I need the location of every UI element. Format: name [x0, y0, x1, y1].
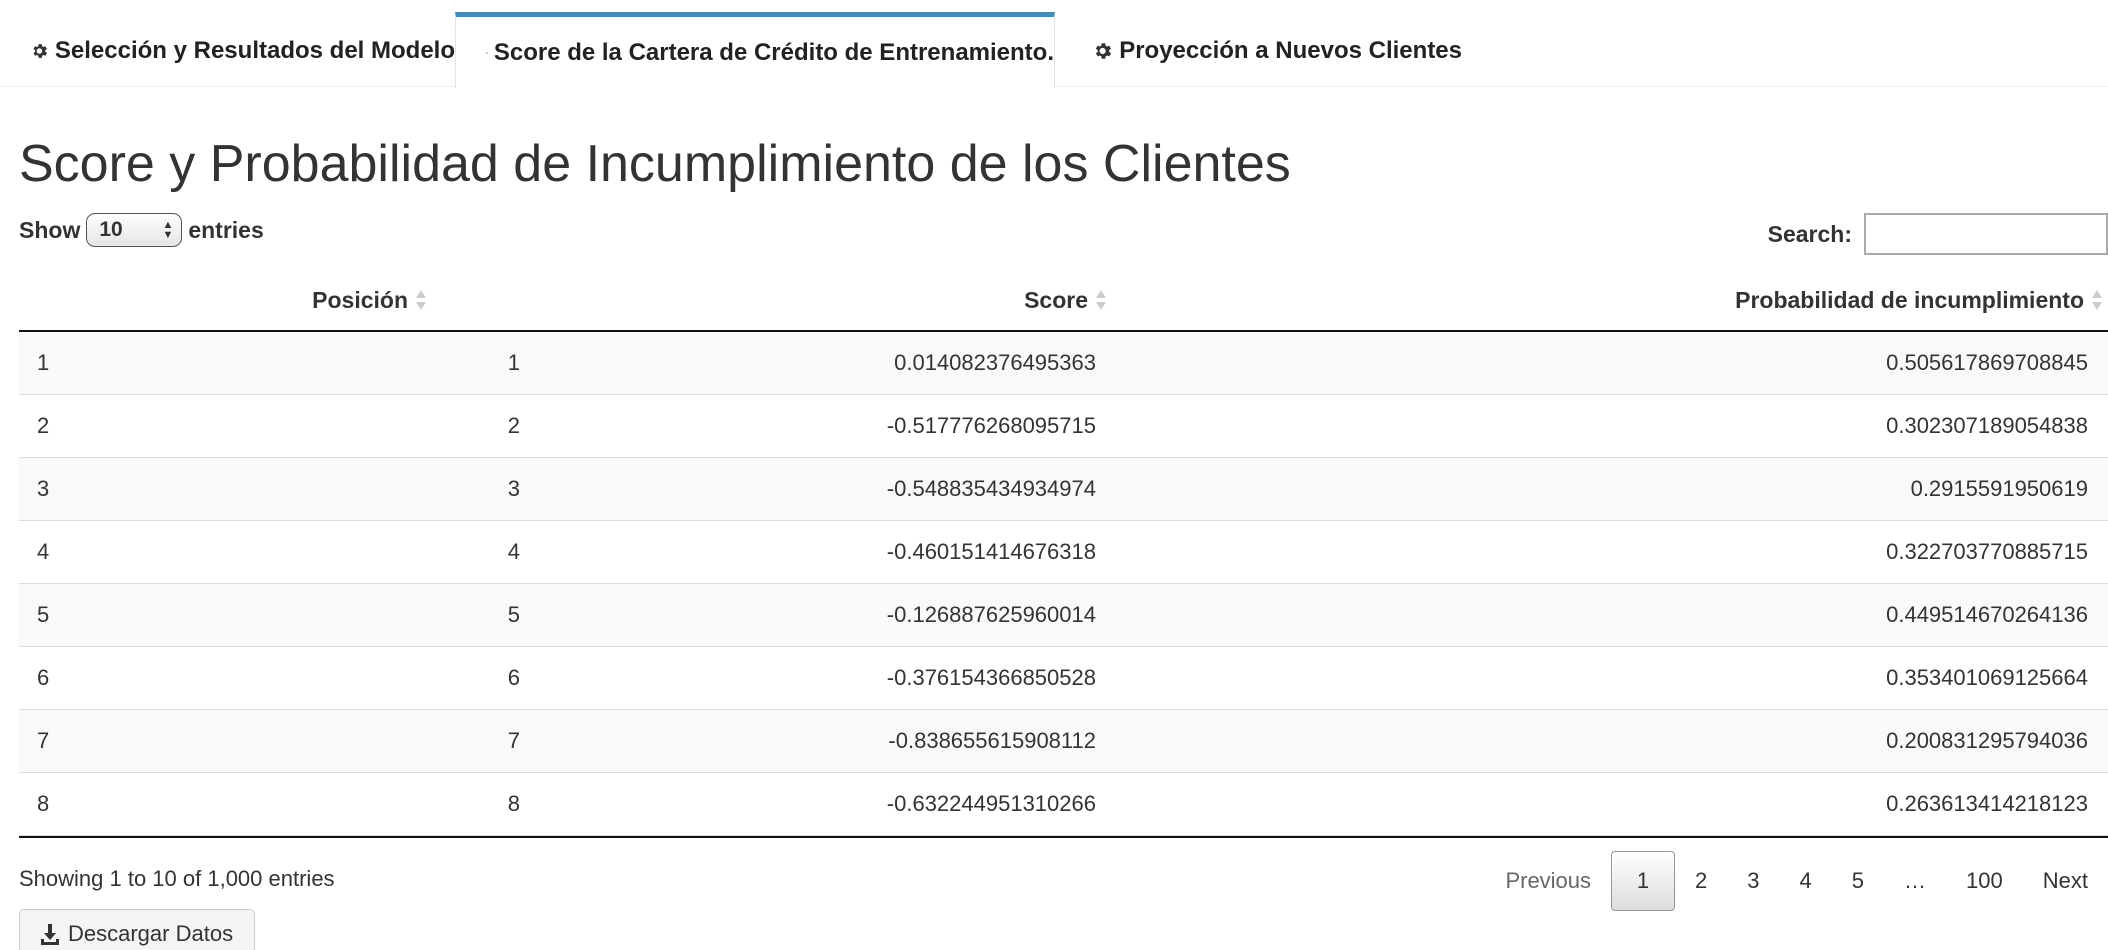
- sort-icon: [416, 290, 426, 310]
- column-header-label: Posición: [312, 286, 408, 313]
- tab-label: Score de la Cartera de Crédito de Entren…: [493, 38, 1054, 66]
- table-row: 3 3 -0.548835434934974 0.2915591950619: [19, 458, 2108, 521]
- tab-bar: Selección y Resultados del Modelo Score …: [0, 0, 2108, 88]
- table-info: Showing 1 to 10 of 1,000 entries: [19, 866, 335, 891]
- row-index: 8: [37, 791, 50, 816]
- pagination-ellipsis: …: [1904, 868, 1927, 893]
- row-index: 6: [37, 665, 50, 690]
- cell-score: -0.548835434934974: [886, 476, 1096, 501]
- cell-probabilidad: 0.200831295794036: [1886, 728, 2088, 753]
- table-row: 6 6 -0.376154366850528 0.353401069125664: [19, 647, 2108, 710]
- cell-probabilidad: 0.302307189054838: [1886, 413, 2088, 438]
- table-header: Posición Score Probabilidad de incumplim…: [19, 270, 2108, 332]
- cell-posicion: 3: [507, 476, 520, 501]
- table-row: 8 8 -0.632244951310266 0.263613414218123: [19, 773, 2108, 836]
- table-row: 4 4 -0.460151414676318 0.322703770885715: [19, 521, 2108, 584]
- cell-posicion: 8: [507, 791, 520, 816]
- tab-score-cartera[interactable]: Score de la Cartera de Crédito de Entren…: [455, 12, 1055, 88]
- data-table: Posición Score Probabilidad de incumplim…: [19, 270, 2108, 838]
- download-data-button[interactable]: Descargar Datos: [19, 909, 255, 950]
- table-row: 2 2 -0.517776268095715 0.302307189054838: [19, 395, 2108, 458]
- gear-icon: [1095, 42, 1112, 59]
- next-button[interactable]: Next: [2023, 851, 2108, 911]
- row-index: 4: [37, 539, 50, 564]
- cell-posicion: 6: [507, 665, 520, 690]
- entries-select-value: 10: [99, 218, 123, 241]
- row-index: 7: [37, 728, 50, 753]
- search-label: Search:: [1767, 220, 1852, 247]
- table-bottom-border: [19, 836, 2108, 838]
- sort-icon: [1096, 290, 1106, 310]
- table-row: 7 7 -0.838655615908112 0.200831295794036: [19, 710, 2108, 773]
- cell-posicion: 1: [507, 350, 520, 375]
- select-arrows-icon: ▲ ▼: [162, 219, 174, 241]
- row-index: 5: [37, 602, 50, 627]
- cell-probabilidad: 0.353401069125664: [1886, 665, 2088, 690]
- table-row: 1 1 0.014082376495363 0.505617869708845: [19, 332, 2108, 395]
- download-label: Descargar Datos: [68, 921, 234, 946]
- column-header-label: Probabilidad de incumplimiento: [1735, 286, 2084, 313]
- cell-probabilidad: 0.2915591950619: [1910, 476, 2088, 501]
- show-label: Show: [19, 216, 81, 243]
- cell-score: -0.126887625960014: [886, 602, 1096, 627]
- tab-label: Selección y Resultados del Modelo: [54, 36, 455, 64]
- cell-posicion: 7: [507, 728, 520, 753]
- row-index: 1: [37, 350, 50, 375]
- cell-score: -0.838655615908112: [888, 728, 1096, 753]
- tab-label: Proyección a Nuevos Clientes: [1119, 36, 1462, 64]
- cell-probabilidad: 0.322703770885715: [1886, 539, 2088, 564]
- cell-score: -0.632244951310266: [886, 791, 1096, 816]
- download-icon: [41, 924, 59, 945]
- tab-seleccion-resultados[interactable]: Selección y Resultados del Modelo: [0, 13, 455, 88]
- pagination: Previous 1 2 3 4 5 … 100 Next: [1485, 850, 2108, 912]
- cell-probabilidad: 0.505617869708845: [1886, 350, 2088, 375]
- page-button-1[interactable]: 1: [1611, 851, 1676, 911]
- previous-button[interactable]: Previous: [1485, 851, 1611, 911]
- column-header-posicion[interactable]: Posición: [312, 270, 428, 330]
- tab-proyeccion-nuevos-clientes[interactable]: Proyección a Nuevos Clientes: [1062, 13, 1462, 88]
- gear-icon: [33, 43, 48, 58]
- cell-posicion: 2: [507, 413, 520, 438]
- cell-posicion: 4: [507, 539, 520, 564]
- page-button-5[interactable]: 5: [1832, 851, 1884, 911]
- row-index: 3: [37, 476, 50, 501]
- column-header-probabilidad[interactable]: Probabilidad de incumplimiento: [1735, 270, 2104, 330]
- length-control: Show 10 ▲ ▼ entries: [19, 212, 264, 248]
- cell-score: -0.376154366850528: [886, 665, 1096, 690]
- gear-icon: [486, 51, 488, 54]
- cell-score: -0.460151414676318: [886, 539, 1096, 564]
- cell-probabilidad: 0.449514670264136: [1886, 602, 2088, 627]
- row-index: 2: [37, 413, 50, 438]
- cell-posicion: 5: [507, 602, 520, 627]
- page-button-100[interactable]: 100: [1946, 851, 2023, 911]
- table-row: 5 5 -0.126887625960014 0.449514670264136: [19, 584, 2108, 647]
- page-button-3[interactable]: 3: [1727, 851, 1779, 911]
- cell-probabilidad: 0.263613414218123: [1886, 791, 2088, 816]
- search-control: Search:: [1768, 212, 2108, 256]
- sort-icon: [2092, 290, 2102, 310]
- page-button-4[interactable]: 4: [1780, 851, 1832, 911]
- entries-label: entries: [188, 216, 264, 243]
- entries-select[interactable]: 10 ▲ ▼: [86, 213, 183, 247]
- column-header-score[interactable]: Score: [1024, 270, 1108, 330]
- page-title: Score y Probabilidad de Incumplimiento d…: [19, 135, 1291, 193]
- column-header-label: Score: [1024, 286, 1088, 313]
- page-button-2[interactable]: 2: [1675, 851, 1727, 911]
- cell-score: -0.517776268095715: [886, 413, 1096, 438]
- search-input[interactable]: [1864, 213, 2108, 255]
- cell-score: 0.014082376495363: [894, 350, 1096, 375]
